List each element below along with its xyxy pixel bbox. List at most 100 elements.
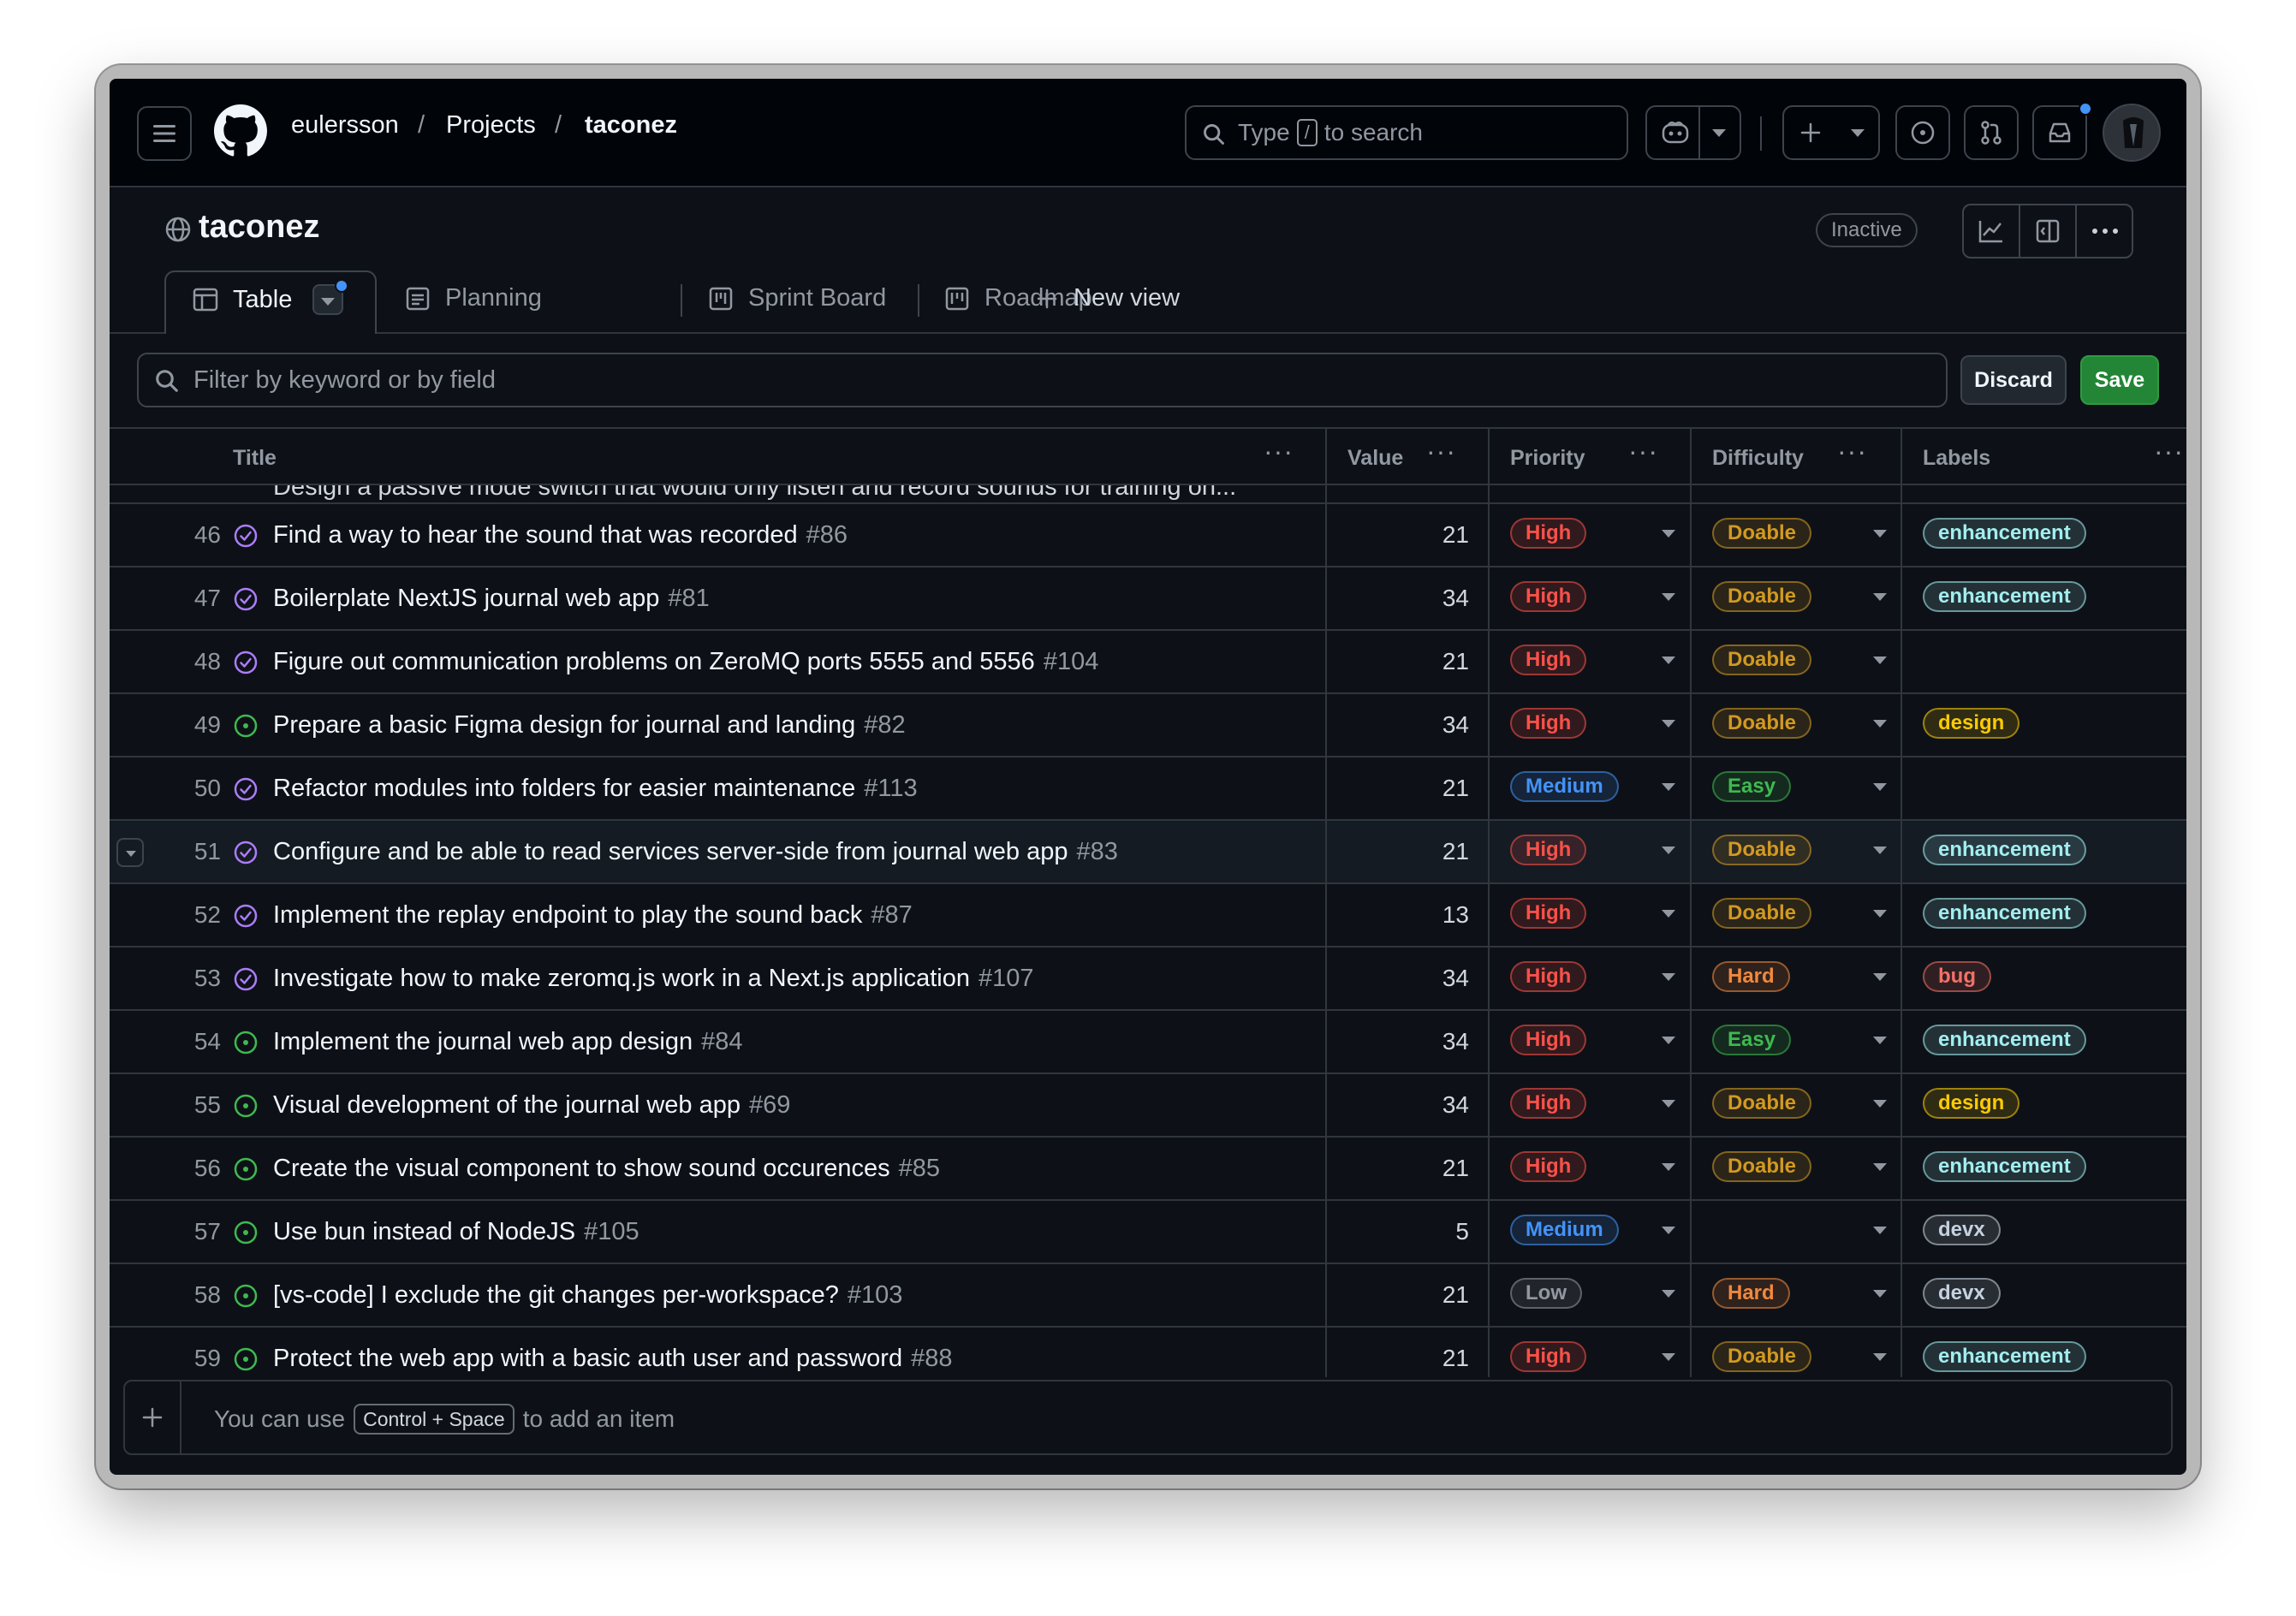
priority-badge[interactable]: High (1510, 518, 1587, 549)
filter-input[interactable]: Filter by keyword or by field (137, 353, 1948, 407)
column-menu-icon[interactable]: ··· (2154, 436, 2184, 467)
breadcrumb-projects[interactable]: Projects (446, 111, 536, 140)
difficulty-badge[interactable]: Easy (1712, 1025, 1792, 1055)
label-badge[interactable]: enhancement (1923, 1025, 2086, 1055)
priority-dropdown-icon[interactable] (1662, 656, 1675, 664)
tab-sprint-board[interactable]: Sprint Board (707, 284, 886, 312)
priority-badge[interactable]: High (1510, 581, 1587, 612)
row-expand-icon[interactable] (116, 838, 144, 867)
priority-badge[interactable]: High (1510, 645, 1587, 675)
table-row[interactable]: 52 Implement the replay endpoint to play … (110, 884, 2186, 948)
label-badge[interactable]: devx (1923, 1278, 2001, 1309)
difficulty-badge[interactable]: Easy (1712, 771, 1792, 802)
label-badge[interactable]: enhancement (1923, 581, 2086, 612)
table-row[interactable]: 46 Find a way to hear the sound that was … (110, 504, 2186, 567)
tab-planning[interactable]: Planning (404, 284, 542, 312)
priority-badge[interactable]: High (1510, 1088, 1587, 1119)
priority-dropdown-icon[interactable] (1662, 1163, 1675, 1171)
difficulty-badge[interactable]: Hard (1712, 961, 1790, 992)
column-header-priority[interactable]: Priority (1510, 446, 1585, 471)
issue-title[interactable]: Create the visual component to show soun… (273, 1155, 890, 1182)
difficulty-dropdown-icon[interactable] (1873, 1100, 1887, 1108)
difficulty-badge[interactable]: Doable (1712, 1088, 1812, 1119)
difficulty-badge[interactable]: Doable (1712, 1341, 1812, 1372)
search-input[interactable]: Type / to search (1185, 105, 1628, 160)
priority-dropdown-icon[interactable] (1662, 1290, 1675, 1298)
difficulty-badge[interactable]: Doable (1712, 581, 1812, 612)
side-panel-button[interactable] (2020, 205, 2077, 257)
view-options-button[interactable] (312, 279, 349, 315)
priority-dropdown-icon[interactable] (1662, 1227, 1675, 1234)
issue-title-link[interactable]: Create the visual component to show soun… (273, 1155, 940, 1183)
value-cell[interactable]: 5 (1455, 1218, 1469, 1245)
priority-dropdown-icon[interactable] (1662, 593, 1675, 601)
difficulty-dropdown-icon[interactable] (1873, 783, 1887, 791)
table-row[interactable]: 54 Implement the journal web app design #8… (110, 1011, 2186, 1074)
priority-badge[interactable]: High (1510, 898, 1587, 929)
more-options-button[interactable] (2077, 205, 2133, 257)
difficulty-dropdown-icon[interactable] (1873, 1227, 1887, 1234)
issue-title-link[interactable]: Figure out communication problems on Zer… (273, 648, 1098, 676)
issue-title[interactable]: Use bun instead of NodeJS (273, 1218, 575, 1245)
issue-title-link[interactable]: Configure and be able to read services s… (273, 838, 1118, 866)
value-cell[interactable]: 21 (1442, 1155, 1469, 1182)
value-cell[interactable]: 21 (1442, 648, 1469, 675)
priority-dropdown-icon[interactable] (1662, 530, 1675, 538)
issue-title[interactable]: Investigate how to make zeromq.js work i… (273, 965, 970, 992)
priority-badge[interactable]: High (1510, 1151, 1587, 1182)
label-badge[interactable]: enhancement (1923, 835, 2086, 865)
value-cell[interactable]: 21 (1442, 838, 1469, 865)
priority-badge[interactable]: High (1510, 835, 1587, 865)
issue-title-link[interactable]: Use bun instead of NodeJS #105 (273, 1218, 639, 1246)
issue-title-link[interactable]: [vs-code] I exclude the git changes per-… (273, 1281, 902, 1310)
copilot-button[interactable] (1645, 105, 1741, 160)
priority-badge[interactable]: Low (1510, 1278, 1582, 1309)
table-row[interactable]: 53 Investigate how to make zeromq.js work… (110, 948, 2186, 1011)
create-new-button[interactable] (1782, 105, 1880, 160)
difficulty-badge[interactable]: Doable (1712, 835, 1812, 865)
issue-title-link[interactable]: Protect the web app with a basic auth us… (273, 1345, 953, 1373)
table-row[interactable]: 55 Visual development of the journal web … (110, 1074, 2186, 1138)
discard-button[interactable]: Discard (1960, 355, 2067, 405)
label-badge[interactable]: bug (1923, 961, 1991, 992)
value-cell[interactable]: 34 (1442, 711, 1469, 739)
column-menu-icon[interactable]: ··· (1426, 436, 1456, 467)
tab-table-label[interactable]: Table (192, 279, 349, 315)
difficulty-badge[interactable]: Doable (1712, 518, 1812, 549)
difficulty-dropdown-icon[interactable] (1873, 530, 1887, 538)
issue-title[interactable]: Visual development of the journal web ap… (273, 1091, 741, 1119)
breadcrumb-project[interactable]: taconez (585, 111, 677, 140)
difficulty-badge[interactable]: Doable (1712, 898, 1812, 929)
priority-dropdown-icon[interactable] (1662, 1353, 1675, 1361)
inbox-button[interactable] (2032, 102, 2092, 160)
issue-title[interactable]: Implement the replay endpoint to play th… (273, 901, 862, 929)
difficulty-dropdown-icon[interactable] (1873, 973, 1887, 981)
priority-badge[interactable]: Medium (1510, 771, 1619, 802)
issue-title-link[interactable]: Boilerplate NextJS journal web app #81 (273, 585, 710, 613)
insights-button[interactable] (1964, 205, 2020, 257)
column-menu-icon[interactable]: ··· (1837, 436, 1867, 467)
issue-title[interactable]: Protect the web app with a basic auth us… (273, 1345, 902, 1372)
priority-dropdown-icon[interactable] (1662, 910, 1675, 918)
issue-title[interactable]: Implement the journal web app design (273, 1028, 693, 1055)
issue-title-link[interactable]: Implement the journal web app design #84 (273, 1028, 742, 1056)
table-row[interactable]: 50 Refactor modules into folders for easi… (110, 758, 2186, 821)
priority-badge[interactable]: Medium (1510, 1215, 1619, 1245)
difficulty-dropdown-icon[interactable] (1873, 593, 1887, 601)
table-row[interactable]: 57 Use bun instead of NodeJS #105 5 Medium de… (110, 1201, 2186, 1264)
table-row[interactable]: 48 Figure out communication problems on Z… (110, 631, 2186, 694)
issue-title-link[interactable]: Refactor modules into folders for easier… (273, 775, 918, 803)
difficulty-badge[interactable]: Doable (1712, 708, 1812, 739)
issue-title[interactable]: Design a passive mode switch that would … (273, 485, 1236, 502)
value-cell[interactable]: 21 (1442, 521, 1469, 549)
label-badge[interactable]: design (1923, 708, 2020, 739)
difficulty-badge[interactable]: Hard (1712, 1278, 1790, 1309)
difficulty-dropdown-icon[interactable] (1873, 1290, 1887, 1298)
issue-title[interactable]: Boilerplate NextJS journal web app (273, 585, 659, 612)
difficulty-dropdown-icon[interactable] (1873, 1163, 1887, 1171)
label-badge[interactable]: enhancement (1923, 1341, 2086, 1372)
issue-title[interactable]: Refactor modules into folders for easier… (273, 775, 855, 802)
difficulty-dropdown-icon[interactable] (1873, 1353, 1887, 1361)
issue-title-link[interactable]: Investigate how to make zeromq.js work i… (273, 965, 1034, 993)
table-row[interactable]: 58 [vs-code] I exclude the git changes pe… (110, 1264, 2186, 1328)
